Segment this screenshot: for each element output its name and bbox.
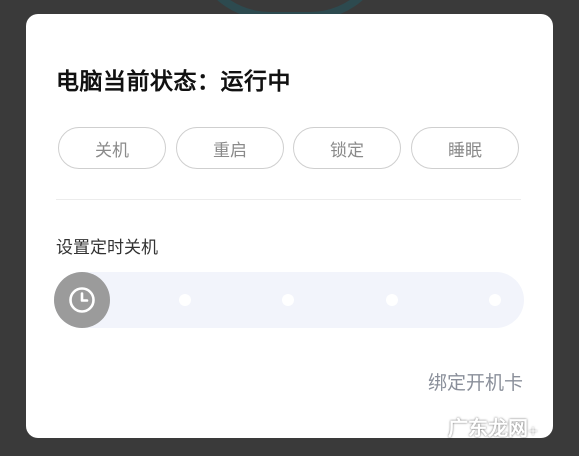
- watermark-suffix: +: [528, 424, 539, 438]
- clock-icon: [69, 287, 95, 313]
- timer-label: 设置定时关机: [56, 238, 158, 258]
- shutdown-button[interactable]: 关机: [58, 127, 166, 169]
- status-title: 电脑当前状态：运行中: [56, 69, 291, 95]
- slider-step-dot: [282, 294, 294, 306]
- timer-slider[interactable]: [54, 272, 524, 328]
- slider-step-dot: [386, 294, 398, 306]
- slider-step-dot: [179, 294, 191, 306]
- slider-step-dot: [489, 294, 501, 306]
- sleep-button[interactable]: 睡眠: [411, 127, 519, 169]
- watermark: 广东龙网+: [448, 412, 538, 441]
- power-action-row: 关机 重启 锁定 睡眠: [58, 127, 520, 171]
- lock-button[interactable]: 锁定: [293, 127, 401, 169]
- section-divider: [56, 199, 521, 200]
- timer-slider-handle[interactable]: [54, 272, 110, 328]
- bind-boot-card-link[interactable]: 绑定开机卡: [428, 368, 523, 395]
- power-control-dialog: 电脑当前状态：运行中 关机 重启 锁定 睡眠 设置定时关机 绑定开机卡: [26, 14, 553, 438]
- restart-button[interactable]: 重启: [176, 127, 284, 169]
- watermark-text: 广东龙网: [448, 416, 528, 440]
